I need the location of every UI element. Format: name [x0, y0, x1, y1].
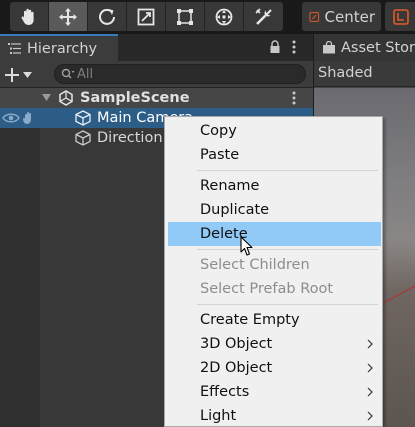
main-toolbar: Center [0, 0, 415, 34]
visibility-eye-icon[interactable] [2, 111, 20, 125]
shopping-bag-icon [323, 41, 335, 54]
custom-tool-icon [254, 7, 272, 25]
menu-item-3d-object[interactable]: 3D Object [168, 332, 381, 356]
pivot-mode-label: Center [324, 7, 376, 26]
tab-hierarchy[interactable]: Hierarchy [0, 34, 118, 61]
hierarchy-toolbar [0, 61, 313, 88]
menu-separator [197, 249, 378, 250]
context-menu: Copy Paste Rename Duplicate Delete Selec… [164, 116, 383, 427]
menu-item-select-prefab-root[interactable]: Select Prefab Root [168, 277, 381, 301]
menu-item-2d-object[interactable]: 2D Object [168, 356, 381, 380]
pickable-hand-icon[interactable] [22, 111, 36, 125]
menu-item-duplicate[interactable]: Duplicate [168, 198, 381, 222]
scene-row[interactable]: SampleScene [0, 88, 313, 108]
menu-separator [197, 170, 378, 171]
list-icon [8, 43, 21, 54]
menu-item-rename[interactable]: Rename [168, 174, 381, 198]
transform-tools [10, 2, 283, 31]
gameobject-cube-icon [75, 130, 91, 146]
menu-item-label: Light [200, 408, 237, 424]
custom-tool-button[interactable] [244, 2, 283, 31]
scale-icon [137, 8, 155, 25]
gameobject-cube-icon [75, 110, 91, 126]
chevron-down-icon [23, 71, 32, 78]
move-tool-button[interactable] [49, 2, 88, 31]
unity-scene-icon [59, 90, 73, 106]
more-vertical-icon [292, 40, 296, 54]
draw-mode-dropdown[interactable]: Shaded [314, 61, 415, 87]
chevron-right-icon [367, 411, 373, 421]
lock-icon [270, 40, 280, 53]
search-icon [61, 68, 75, 79]
transform-icon [215, 8, 233, 25]
menu-item-select-children[interactable]: Select Children [168, 253, 381, 277]
scene-tab-bar: Asset Stor [314, 34, 415, 61]
tab-hierarchy-label: Hierarchy [27, 40, 98, 57]
menu-item-copy[interactable]: Copy [168, 119, 381, 143]
hierarchy-options-button[interactable] [286, 38, 302, 56]
draw-mode-label: Shaded [318, 65, 373, 81]
menu-item-label: Effects [200, 384, 250, 400]
plus-icon [5, 67, 19, 82]
pivot-mode-toggle[interactable]: Center [302, 2, 381, 31]
rotate-icon [99, 8, 115, 25]
hierarchy-tab-bar: Hierarchy [0, 34, 313, 61]
move-icon [59, 7, 77, 26]
foldout-expanded-icon[interactable] [42, 93, 52, 103]
hand-icon [21, 8, 34, 25]
menu-separator [197, 304, 378, 305]
hand-tool-button[interactable] [10, 2, 49, 31]
menu-item-light[interactable]: Light [168, 404, 381, 427]
search-input[interactable] [77, 66, 277, 82]
hierarchy-item-label: Direction [97, 130, 163, 146]
menu-item-delete[interactable]: Delete [168, 222, 381, 246]
rect-tool-button[interactable] [166, 2, 205, 31]
menu-item-label: 3D Object [200, 336, 273, 352]
transform-tool-button[interactable] [205, 2, 244, 31]
mouse-cursor-icon [240, 236, 253, 256]
chevron-right-icon [367, 387, 373, 397]
scene-options-icon[interactable] [289, 90, 299, 106]
hierarchy-search[interactable] [54, 64, 306, 84]
tab-asset-store[interactable]: Asset Stor [314, 34, 415, 61]
space-mode-toggle[interactable] [385, 2, 415, 31]
lock-button[interactable] [267, 38, 283, 56]
rect-icon [177, 8, 193, 25]
pivot-center-icon [309, 11, 320, 22]
scene-name: SampleScene [80, 90, 190, 106]
local-space-icon [393, 8, 409, 25]
menu-item-paste[interactable]: Paste [168, 143, 381, 167]
menu-item-label: 2D Object [200, 360, 273, 376]
chevron-right-icon [367, 363, 373, 373]
chevron-right-icon [367, 339, 373, 349]
menu-item-effects[interactable]: Effects [168, 380, 381, 404]
menu-item-create-empty[interactable]: Create Empty [168, 308, 381, 332]
scale-tool-button[interactable] [127, 2, 166, 31]
create-dropdown-button[interactable] [4, 64, 42, 85]
rotate-tool-button[interactable] [88, 2, 127, 31]
tab-asset-store-label: Asset Stor [341, 39, 415, 56]
